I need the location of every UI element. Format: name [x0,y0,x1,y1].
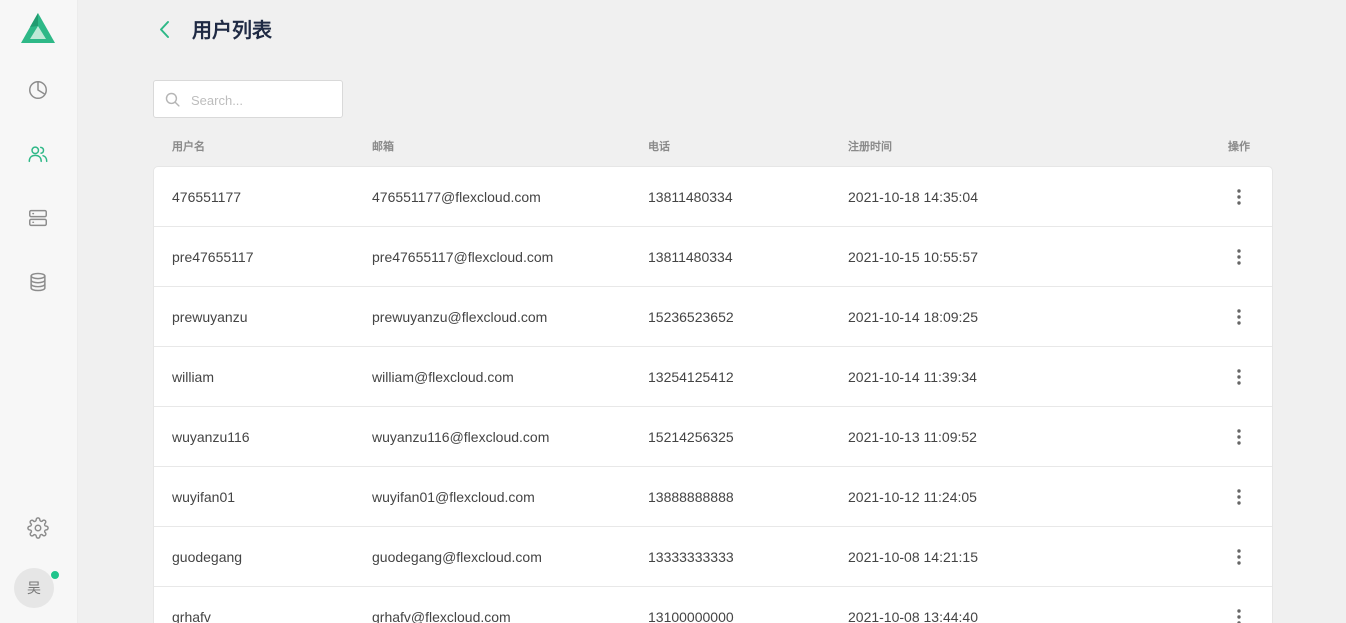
cell-phone: 15236523652 [648,309,734,325]
sidebar-item-servers[interactable] [24,204,52,232]
cell-registered: 2021-10-08 14:21:15 [848,549,978,565]
row-actions-button[interactable] [1228,305,1250,329]
column-header-username[interactable]: 用户名 [172,140,205,154]
cell-phone: 13333333333 [648,549,734,565]
more-vertical-icon [1237,369,1241,385]
cell-registered: 2021-10-12 11:24:05 [848,489,977,505]
more-vertical-icon [1237,309,1241,325]
table-row[interactable]: william william@flexcloud.com 1325412541… [154,347,1272,407]
sidebar-item-dashboard[interactable] [24,76,52,104]
cell-email: william@flexcloud.com [372,369,514,385]
more-vertical-icon [1237,429,1241,445]
cell-email: pre47655117@flexcloud.com [372,249,554,265]
cell-phone: 13888888888 [648,489,734,505]
row-actions-button[interactable] [1228,545,1250,569]
more-vertical-icon [1237,609,1241,623]
table-row[interactable]: wuyanzu116 wuyanzu116@flexcloud.com 1521… [154,407,1272,467]
cell-registered: 2021-10-14 18:09:25 [848,309,978,325]
table-row[interactable]: prewuyanzu prewuyanzu@flexcloud.com 1523… [154,287,1272,347]
settings-button[interactable] [24,514,52,542]
column-header-registered[interactable]: 注册时间 [848,140,892,154]
row-actions-button[interactable] [1228,485,1250,509]
cell-username: wuyanzu116 [172,429,250,445]
cell-email: 476551177@flexcloud.com [372,189,541,205]
table-row[interactable]: guodegang guodegang@flexcloud.com 133333… [154,527,1272,587]
column-header-actions: 操作 [1228,140,1250,153]
column-header-email[interactable]: 邮箱 [372,140,394,154]
cell-email: grhafv@flexcloud.com [372,609,511,623]
table-row[interactable]: 476551177 476551177@flexcloud.com 138114… [154,167,1272,227]
more-vertical-icon [1237,489,1241,505]
cell-email: wuyifan01@flexcloud.com [372,489,535,505]
cell-registered: 2021-10-13 11:09:52 [848,429,977,445]
cell-phone: 13811480334 [648,249,733,265]
cell-email: wuyanzu116@flexcloud.com [372,429,550,445]
user-avatar[interactable]: 吴 [14,568,54,608]
cell-username: guodegang [172,549,243,565]
cell-registered: 2021-10-18 14:35:04 [848,189,978,205]
cell-phone: 13100000000 [648,609,734,623]
cell-phone: 13811480334 [648,189,733,205]
online-status-dot [50,570,60,580]
more-vertical-icon [1237,249,1241,265]
table-row[interactable]: pre47655117 pre47655117@flexcloud.com 13… [154,227,1272,287]
users-icon [28,146,48,163]
database-icon [30,272,46,292]
gear-icon [27,517,49,539]
search-icon [165,92,180,107]
row-actions-button[interactable] [1228,605,1250,623]
cell-phone: 13254125412 [648,369,734,385]
more-vertical-icon [1237,549,1241,565]
column-header-phone[interactable]: 电话 [648,140,670,154]
cell-username: 476551177 [172,189,242,205]
row-actions-button[interactable] [1228,185,1250,209]
chevron-left-icon [160,21,169,38]
cell-email: guodegang@flexcloud.com [372,549,542,565]
back-button[interactable] [154,17,176,43]
table-row[interactable]: grhafv grhafv@flexcloud.com 13100000000 … [154,587,1272,623]
cell-username: pre47655117 [172,249,254,265]
cell-email: prewuyanzu@flexcloud.com [372,309,548,325]
cell-username: william [172,369,214,385]
page-title: 用户列表 [192,18,272,42]
sidebar-item-database[interactable] [24,268,52,296]
row-actions-button[interactable] [1228,245,1250,269]
app-logo[interactable] [20,12,56,44]
pie-chart-icon [29,81,47,99]
cell-username: prewuyanzu [172,309,248,325]
cell-registered: 2021-10-15 10:55:57 [848,249,978,265]
more-vertical-icon [1237,189,1241,205]
row-actions-button[interactable] [1228,365,1250,389]
cell-registered: 2021-10-14 11:39:34 [848,369,977,385]
cell-username: grhafv [172,609,211,623]
table-row[interactable]: wuyifan01 wuyifan01@flexcloud.com 138888… [154,467,1272,527]
search-box [153,80,343,118]
row-actions-button[interactable] [1228,425,1250,449]
server-icon [29,209,47,227]
cell-registered: 2021-10-08 13:44:40 [848,609,978,623]
sidebar-item-users[interactable] [24,140,52,168]
user-table: 476551177 476551177@flexcloud.com 138114… [153,166,1273,623]
cell-username: wuyifan01 [172,489,236,505]
cell-phone: 15214256325 [648,429,734,445]
sidebar: 吴 [0,0,78,623]
search-input[interactable] [191,90,336,110]
